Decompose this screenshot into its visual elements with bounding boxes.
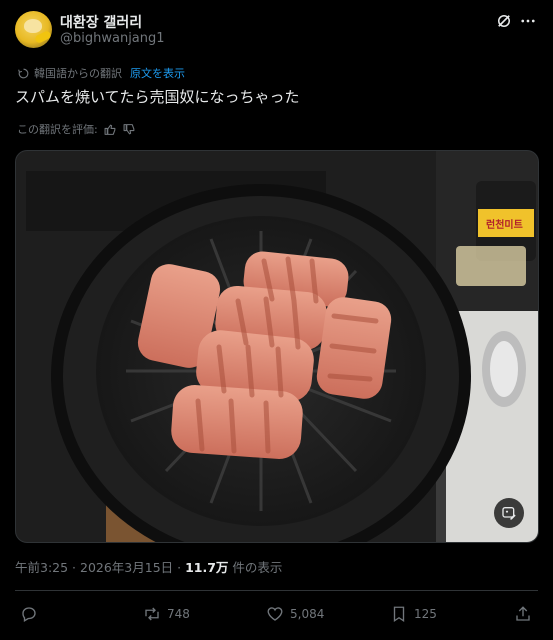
post-time[interactable]: 午前3:25	[15, 560, 68, 575]
repost-icon	[145, 607, 159, 621]
bookmark-icon	[393, 606, 405, 623]
view-count[interactable]: 11.7万	[185, 560, 228, 575]
can-label: 런천미트	[486, 218, 523, 231]
bookmark-button[interactable]: 125	[390, 600, 437, 628]
view-count-label: 件の表示	[228, 560, 283, 575]
media-edit-button[interactable]	[494, 498, 524, 528]
translation-note: 韓国語からの翻訳	[34, 67, 122, 80]
avatar[interactable]	[15, 11, 52, 48]
like-button[interactable]: 5,084	[266, 600, 324, 628]
post-date[interactable]: 2026年3月15日	[80, 560, 173, 575]
show-original-link[interactable]: 原文を表示	[130, 65, 185, 81]
heart-icon	[267, 607, 283, 621]
divider	[15, 590, 538, 591]
thumbs-up-icon[interactable]	[104, 123, 117, 136]
reply-icon	[22, 607, 36, 622]
rate-translation-label: この翻訳を評価:	[17, 123, 98, 136]
meta-separator: ·	[173, 560, 186, 575]
like-count: 5,084	[290, 607, 325, 621]
thumbs-down-icon[interactable]	[123, 123, 136, 136]
post-text: スパムを焼いてたら売国奴になっちゃった	[15, 88, 300, 106]
meta-separator: ·	[68, 560, 80, 575]
author-name[interactable]: 대환장 갤러리	[60, 12, 142, 32]
bookmark-count: 125	[414, 607, 437, 621]
repost-count: 748	[167, 607, 190, 621]
spam-frying-pan-photo: 런천미트	[16, 151, 538, 542]
share-icon	[516, 606, 530, 621]
translate-icon	[18, 68, 29, 78]
image-edit-icon	[502, 507, 516, 520]
more-icon[interactable]	[519, 12, 537, 30]
share-button[interactable]	[514, 600, 532, 628]
reply-button[interactable]	[20, 600, 44, 628]
repost-button[interactable]: 748	[143, 600, 190, 628]
author-handle[interactable]: @bighwanjang1	[60, 31, 165, 46]
grok-icon[interactable]	[495, 12, 513, 30]
post-media[interactable]: 런천미트	[15, 150, 539, 543]
